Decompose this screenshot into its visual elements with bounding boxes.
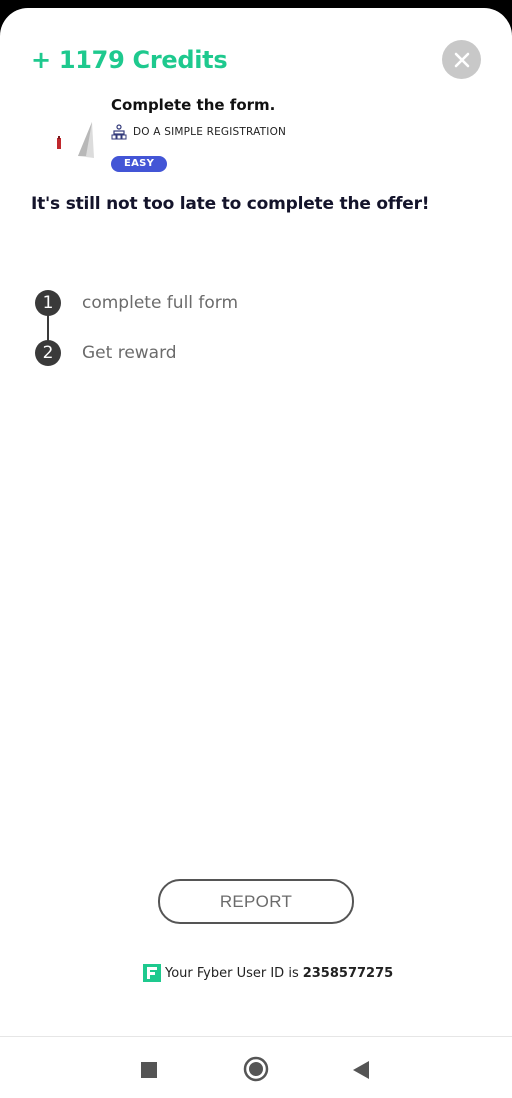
close-button[interactable] — [442, 40, 481, 79]
offer-image — [57, 122, 94, 158]
nav-home-button[interactable] — [240, 1053, 272, 1085]
fyber-logo-icon — [143, 964, 161, 982]
step-number: 1 — [35, 290, 61, 316]
back-triangle-icon — [353, 1061, 369, 1079]
nav-recents-button[interactable] — [134, 1055, 164, 1085]
offer-title: Complete the form. — [111, 96, 276, 114]
offer-headline: It's still not too late to complete the … — [31, 194, 430, 214]
registration-icon — [111, 124, 127, 140]
user-id-value: 2358577275 — [302, 965, 394, 981]
step-label: complete full form — [82, 293, 239, 313]
step-item: 1 complete full form — [35, 290, 238, 316]
system-nav-bar — [0, 1036, 512, 1098]
task-label: DO A SIMPLE REGISTRATION — [133, 126, 287, 138]
step-label: Get reward — [82, 343, 177, 363]
user-id-row: Your Fyber User ID is 2358577275 — [143, 964, 393, 982]
offer-sheet: + 1179 Credits Complete the form. DO A S… — [0, 8, 512, 1098]
task-row: DO A SIMPLE REGISTRATION — [111, 124, 286, 140]
credits-reward: + 1179 Credits — [31, 46, 228, 74]
difficulty-badge: EASY — [111, 156, 168, 172]
nav-back-button[interactable] — [346, 1055, 376, 1085]
step-item: 2 Get reward — [35, 340, 177, 366]
recents-square-icon — [141, 1062, 157, 1078]
step-number: 2 — [35, 340, 61, 366]
user-id-prefix: Your Fyber User ID is — [165, 965, 299, 981]
report-button[interactable]: REPORT — [158, 879, 354, 924]
close-icon — [454, 52, 469, 67]
home-circle-icon — [243, 1056, 269, 1082]
step-connector — [47, 314, 49, 342]
